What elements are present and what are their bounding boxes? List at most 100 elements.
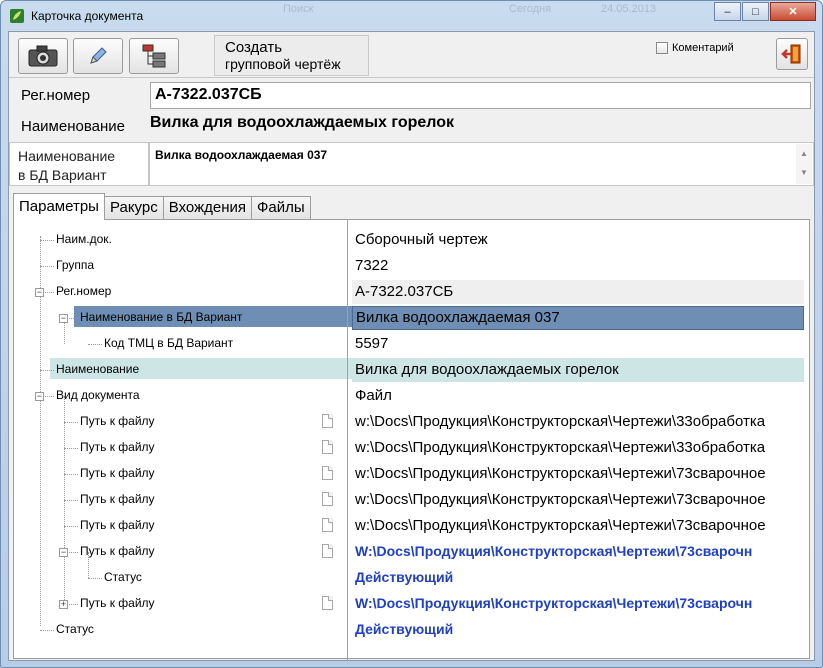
window-title: Карточка документа (31, 9, 144, 23)
tree-row[interactable]: − Вид документа (26, 384, 358, 408)
parameter-value[interactable]: Файл (352, 384, 804, 408)
document-icon[interactable] (322, 414, 333, 428)
tree-structure-button[interactable] (129, 38, 179, 74)
app-leaf-icon (10, 9, 24, 23)
bd-label-line2: в БД Вариант (18, 167, 107, 183)
parameter-value[interactable]: w:\Docs\Продукция\Конструкторская\Чертеж… (352, 514, 804, 538)
parameter-value[interactable]: Действующий (352, 566, 804, 590)
tree-row[interactable]: Путь к файлу (26, 436, 358, 460)
tree-row-label: Путь к файлу (80, 596, 155, 610)
close-button[interactable]: ✕ (770, 2, 816, 21)
tree-row[interactable]: Статус (26, 566, 358, 590)
parameter-values: Сборочный чертеж 7322 А-7322.037СБ Вилка во… (352, 228, 804, 652)
parameter-value[interactable]: Вилка водоохлаждаемая 037 (352, 306, 804, 330)
tree-row[interactable]: − Путь к файлу (26, 540, 358, 564)
tree-row[interactable]: Путь к файлу (26, 488, 358, 512)
tree-row-label: Рег.номер (56, 284, 112, 298)
tree-row[interactable]: Статус (26, 618, 358, 642)
create-button-line2: групповой чертёж (225, 56, 341, 72)
parameter-value[interactable]: Вилка для водоохлаждаемых горелок (352, 358, 804, 382)
exit-door-icon (781, 44, 801, 64)
parameter-value[interactable]: А-7322.037СБ (352, 280, 804, 304)
edit-button[interactable] (73, 38, 123, 74)
tree-row[interactable]: Код ТМЦ в БД Вариант (26, 332, 358, 356)
tree-row-label: Путь к файлу (80, 466, 155, 480)
tree-row-label: Наим.док. (56, 232, 112, 246)
expand-icon[interactable]: + (59, 600, 68, 609)
bd-variant-textarea[interactable]: Вилка водоохлаждаемая 037 ▲ ▼ (149, 142, 814, 186)
client-area: Создать групповой чертёж Коментарий Рег.… (8, 31, 815, 661)
bd-label-line1: Наименование (18, 148, 116, 164)
camera-button[interactable] (18, 38, 68, 74)
comment-checkbox-group[interactable]: Коментарий (656, 42, 734, 54)
tree-row[interactable]: Группа (26, 254, 358, 278)
tree-row[interactable]: Наименование (26, 358, 358, 382)
parameter-value[interactable]: w:\Docs\Продукция\Конструкторская\Чертеж… (352, 488, 804, 512)
tree-guide-line (40, 630, 54, 631)
tab-parameters[interactable]: Параметры (13, 193, 105, 220)
document-card-window: Карточка документа Поиск Сегодня 24.05.2… (0, 0, 823, 668)
parameter-value[interactable]: w:\Docs\Продукция\Конструкторская\Чертеж… (352, 436, 804, 460)
maximize-button[interactable]: □ (742, 2, 769, 21)
tab-occurrences[interactable]: Вхождения (162, 196, 252, 220)
tree-structure-icon (142, 44, 166, 68)
tree-row[interactable]: Путь к файлу (26, 514, 358, 538)
comment-checkbox[interactable] (656, 42, 668, 54)
parameter-value[interactable]: 7322 (352, 254, 804, 278)
tree-guide-line (64, 500, 78, 501)
tree-row-label: Код ТМЦ в БД Вариант (104, 336, 234, 350)
tree-row[interactable]: − Рег.номер (26, 280, 358, 304)
parameter-value[interactable]: w:\Docs\Продукция\Конструкторская\Чертеж… (352, 410, 804, 434)
document-icon[interactable] (322, 518, 333, 532)
collapse-icon[interactable]: − (35, 288, 44, 297)
title-bar[interactable]: Карточка документа Поиск Сегодня 24.05.2… (1, 1, 822, 31)
tree-guide-line (40, 240, 54, 241)
tree-row-label: Путь к файлу (80, 492, 155, 506)
document-icon[interactable] (322, 544, 333, 558)
tree-row[interactable]: − Наименование в БД Вариант (26, 306, 358, 330)
tree-row-label: Статус (56, 622, 94, 636)
document-icon[interactable] (322, 466, 333, 480)
parameter-value[interactable]: W:\Docs\Продукция\Конструкторская\Чертеж… (352, 592, 804, 616)
exit-button[interactable] (776, 38, 808, 70)
parameter-value[interactable]: W:\Docs\Продукция\Конструкторская\Чертеж… (352, 540, 804, 564)
tree-row-label: Наименование в БД Вариант (80, 310, 243, 324)
textarea-scrollbar[interactable]: ▲ ▼ (796, 144, 812, 184)
tree-row-label: Группа (56, 258, 95, 272)
create-button-line1: Создать (225, 39, 283, 56)
tree-row-label: Путь к файлу (80, 518, 155, 532)
collapse-icon[interactable]: − (59, 548, 68, 557)
tree-row[interactable]: + Путь к файлу (26, 592, 358, 616)
parameter-value[interactable]: 5597 (352, 332, 804, 356)
parameter-value[interactable]: Сборочный чертеж (352, 228, 804, 252)
tree-row[interactable]: Путь к файлу (26, 462, 358, 486)
tree-row-label: Путь к файлу (80, 440, 155, 454)
tree-row-label: Наименование (56, 362, 140, 376)
reg-number-field[interactable]: А-7322.037СБ (150, 82, 811, 109)
column-divider[interactable] (347, 220, 348, 660)
name-label: Наименование (21, 118, 125, 135)
collapse-icon[interactable]: − (59, 314, 68, 323)
tree-row-label: Статус (104, 570, 142, 584)
parameters-panel: Наим.док. Группа − Рег.номер − Наименование в… (13, 219, 810, 660)
minimize-button[interactable]: – (714, 2, 741, 21)
document-icon[interactable] (322, 440, 333, 454)
tree-guide-line (40, 266, 54, 267)
tree-guide-line (88, 344, 102, 345)
tree-row[interactable]: Путь к файлу (26, 410, 358, 434)
tree-guide-line (64, 474, 78, 475)
tab-angle[interactable]: Ракурс (103, 196, 164, 220)
pencil-icon (90, 47, 107, 64)
tab-files[interactable]: Файлы (251, 196, 311, 220)
document-icon[interactable] (322, 596, 333, 610)
parameter-value[interactable]: w:\Docs\Продукция\Конструкторская\Чертеж… (352, 462, 804, 486)
parameter-value[interactable]: Действующий (352, 618, 804, 642)
collapse-icon[interactable]: − (35, 392, 44, 401)
document-icon[interactable] (322, 492, 333, 506)
tree-guide-line (64, 448, 78, 449)
create-group-drawing-button[interactable]: Создать групповой чертёж (214, 35, 369, 76)
tree-row[interactable]: Наим.док. (26, 228, 358, 252)
tree-guide-line (64, 526, 78, 527)
background-text: Сегодня (509, 3, 552, 15)
reg-number-row: Рег.номер А-7322.037СБ (9, 80, 814, 110)
